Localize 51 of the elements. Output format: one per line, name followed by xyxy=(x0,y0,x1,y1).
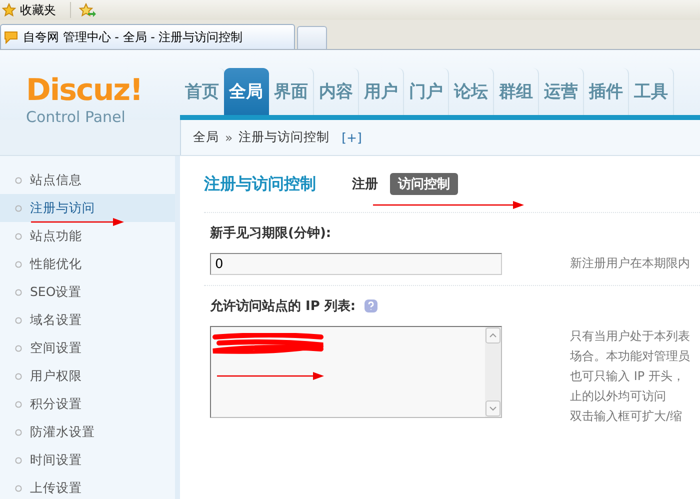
input-field[interactable]: 0 xyxy=(210,253,502,275)
breadcrumb-link[interactable]: 全局 xyxy=(193,129,219,146)
scrollbar[interactable] xyxy=(485,327,501,417)
sidebar-item[interactable]: 时间设置 xyxy=(0,446,175,474)
new-tab-button[interactable] xyxy=(297,26,327,49)
hint-text: 新注册用户在本期限内 xyxy=(570,255,690,272)
circle-bullet-icon xyxy=(15,288,22,296)
sidebar-item[interactable]: 站点功能 xyxy=(0,222,175,250)
favorites-label[interactable]: 收藏夹 xyxy=(20,2,56,18)
sidebar-item[interactable]: 积分设置 xyxy=(0,390,175,418)
help-icon[interactable] xyxy=(364,299,378,313)
circle-bullet-icon xyxy=(15,176,22,184)
speech-bubble-icon xyxy=(3,30,19,44)
page-title: 注册与访问控制 xyxy=(204,174,316,194)
hint-text: 也可只输入 IP 开头， xyxy=(570,368,686,385)
setting-label: 新手见习期限(分钟): xyxy=(210,224,332,242)
sidebar-item[interactable]: 域名设置 xyxy=(0,306,175,334)
circle-bullet-icon xyxy=(15,456,22,464)
circle-bullet-icon xyxy=(15,372,22,380)
sidebar-item[interactable]: 上传设置 xyxy=(0,474,175,499)
breadcrumb-separator: » xyxy=(225,130,233,145)
circle-bullet-icon xyxy=(15,344,22,352)
circle-bullet-icon xyxy=(15,232,22,240)
sidebar-item[interactable]: 防灌水设置 xyxy=(0,418,175,446)
logo-text: Discuz! xyxy=(26,76,144,106)
circle-bullet-icon xyxy=(15,316,22,324)
circle-bullet-icon xyxy=(15,428,22,436)
logo-subtitle: Control Panel xyxy=(26,108,126,126)
breadcrumb-current: 注册与访问控制 xyxy=(238,129,330,146)
nav-tab[interactable]: 全局 xyxy=(224,68,269,115)
text-area[interactable] xyxy=(210,326,502,418)
circle-bullet-icon xyxy=(15,204,22,212)
sub-tab[interactable]: 注册 xyxy=(344,173,386,195)
sidebar-item[interactable]: 空间设置 xyxy=(0,334,175,362)
circle-bullet-icon xyxy=(15,260,22,268)
sidebar-item[interactable]: 站点信息 xyxy=(0,166,175,194)
hint-text: 双击输入框可扩大/缩 xyxy=(570,408,684,425)
setting-label: 允许访问站点的 IP 列表: xyxy=(210,298,356,315)
hint-text: 只有当用户处于本列表 xyxy=(570,328,690,345)
sidebar-item[interactable]: 用户权限 xyxy=(0,362,175,390)
circle-bullet-icon xyxy=(15,484,22,492)
expand-toggle[interactable]: [+] xyxy=(342,130,362,145)
star-icon[interactable] xyxy=(2,3,16,17)
hint-text: 场合。本功能对管理员 xyxy=(570,348,690,365)
circle-bullet-icon xyxy=(15,400,22,408)
sidebar-item[interactable]: SEO设置 xyxy=(0,278,175,306)
sub-tab[interactable]: 访问控制 xyxy=(390,173,458,195)
star-add-icon[interactable] xyxy=(79,2,97,18)
browser-tab[interactable]: 自夸网 管理中心 - 全局 - 注册与访问控制 xyxy=(0,24,295,49)
sidebar-item[interactable]: 性能优化 xyxy=(0,250,175,278)
hint-text: 止的以外均可访问 xyxy=(570,388,667,405)
